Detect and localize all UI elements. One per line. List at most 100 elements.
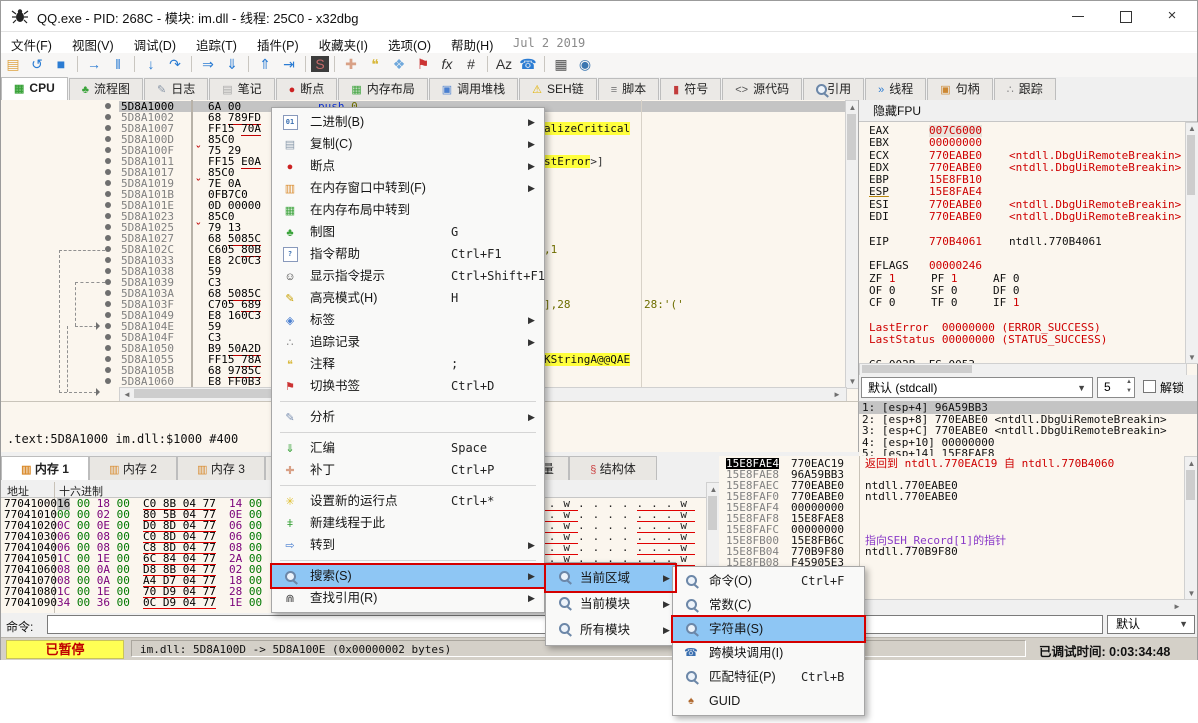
stack-row[interactable]: 15E8FAE4770EAC19返回到 ntdll.770EAC19 自 ntd… bbox=[719, 458, 1179, 469]
graph-menu-item[interactable]: ♣制图G bbox=[272, 221, 544, 243]
step-into-icon[interactable]: ↓ bbox=[140, 54, 162, 74]
calculator-icon[interactable]: ▦ bbox=[550, 54, 572, 74]
breakpoint-dot[interactable] bbox=[105, 136, 111, 142]
breakpoint-dot[interactable] bbox=[105, 279, 111, 285]
comments-icon[interactable]: ❝ bbox=[364, 54, 386, 74]
command-menu-item[interactable]: 命令(O)Ctrl+F bbox=[673, 569, 864, 593]
hash-icon[interactable]: # bbox=[460, 54, 482, 74]
calling-convention-select[interactable]: 默认 (stdcall)▼ bbox=[861, 377, 1093, 398]
breakpoint-dot[interactable] bbox=[105, 158, 111, 164]
open-file-icon[interactable]: ▤ bbox=[2, 54, 24, 74]
pattern-menu-item[interactable]: 匹配特征(P)Ctrl+B bbox=[673, 665, 864, 689]
breakpoint-dot[interactable] bbox=[105, 367, 111, 373]
favourites-icon[interactable]: ⚑ bbox=[412, 54, 434, 74]
breakpoint-dot[interactable] bbox=[105, 235, 111, 241]
tab-log[interactable]: ✎日志 bbox=[144, 78, 208, 100]
tab-notes[interactable]: ▤笔记 bbox=[209, 78, 274, 100]
minimize-button[interactable] bbox=[1056, 1, 1100, 31]
guid-menu-item[interactable]: ♠GUID bbox=[673, 689, 864, 713]
registers-vscrollbar[interactable]: ▲ ▼ bbox=[1185, 122, 1198, 364]
arg-count-stepper[interactable]: 5▲▼ bbox=[1097, 377, 1135, 398]
menu-t[interactable]: 追踪(T) bbox=[186, 32, 247, 54]
execute-till-return-icon[interactable]: ⇓ bbox=[221, 54, 243, 74]
copy-menu-item[interactable]: ▤复制(C)▶ bbox=[272, 133, 544, 155]
breakpoint-dot[interactable] bbox=[105, 202, 111, 208]
command-profile-select[interactable]: 默认▼ bbox=[1107, 615, 1195, 634]
tab-graph[interactable]: ♣流程图 bbox=[69, 78, 143, 100]
scroll-up-arrow[interactable]: ▲ bbox=[846, 103, 859, 112]
close-button[interactable]: × bbox=[1150, 1, 1194, 31]
breakpoint-dot[interactable] bbox=[105, 103, 111, 109]
trace-record-menu-item[interactable]: ∴追踪记录▶ bbox=[272, 331, 544, 353]
instruction-help-menu-item[interactable]: ?指令帮助Ctrl+F1 bbox=[272, 243, 544, 265]
breakpoint-dot[interactable] bbox=[105, 356, 111, 362]
step-out-icon[interactable]: ⇑ bbox=[254, 54, 276, 74]
stack-row[interactable]: 15E8FB04770B9F80ntdll.770B9F80 bbox=[719, 546, 1179, 557]
breakpoint-dot[interactable] bbox=[105, 290, 111, 296]
tab-references[interactable]: 引用 bbox=[803, 78, 864, 100]
menu-v[interactable]: 视图(V) bbox=[62, 32, 124, 54]
breakpoint-dot[interactable] bbox=[105, 378, 111, 384]
set-new-origin-menu-item[interactable]: ✳设置新的运行点Ctrl+* bbox=[272, 490, 544, 512]
menu-p[interactable]: 插件(P) bbox=[247, 32, 309, 54]
struct-tab[interactable]: § 结构体 bbox=[569, 456, 657, 480]
menu-i[interactable]: 收藏夹(I) bbox=[309, 32, 378, 54]
unlock-checkbox[interactable]: 解锁 bbox=[1143, 379, 1184, 396]
follow-in-memory-map-menu-item[interactable]: ▦在内存布局中转到 bbox=[272, 199, 544, 221]
breakpoint-dot[interactable] bbox=[105, 114, 111, 120]
comment-menu-item[interactable]: ❝注释; bbox=[272, 353, 544, 375]
stack-row[interactable]: 15E8FAF400000000 bbox=[719, 502, 1179, 513]
breakpoint-dot[interactable] bbox=[105, 213, 111, 219]
calls-icon[interactable]: ☎ bbox=[517, 54, 539, 74]
follow-in-dump-menu-item[interactable]: ▥在内存窗口中转到(F)▶ bbox=[272, 177, 544, 199]
close-debuggee-icon[interactable]: ■ bbox=[50, 54, 72, 74]
constant-menu-item[interactable]: 常数(C) bbox=[673, 593, 864, 617]
function-icon[interactable]: fx bbox=[436, 54, 458, 74]
search-menu-item[interactable]: 搜索(S)▶ bbox=[272, 565, 544, 587]
tab-cpu[interactable]: ▦CPU bbox=[1, 77, 68, 100]
breakpoint-dot[interactable] bbox=[105, 169, 111, 175]
scylla-icon[interactable]: S bbox=[311, 56, 329, 72]
menu-h[interactable]: 帮助(H) bbox=[441, 32, 503, 54]
disasm-vscrollbar[interactable]: ▲ ▼ bbox=[845, 100, 859, 389]
tab-memory-map[interactable]: ▦内存布局 bbox=[338, 78, 427, 100]
breakpoint-dot[interactable] bbox=[105, 125, 111, 131]
breakpoint-dot[interactable] bbox=[105, 191, 111, 197]
patch-icon[interactable]: ✚ bbox=[340, 54, 362, 74]
hide-fpu-button[interactable]: 隐藏FPU bbox=[859, 100, 1197, 122]
menu-f[interactable]: 文件(F) bbox=[1, 32, 62, 54]
call-argument-row[interactable]: 1: [esp+4] 96A59BB3 bbox=[859, 402, 1197, 414]
breakpoint-dot[interactable] bbox=[105, 180, 111, 186]
breakpoint-menu-item[interactable]: ●断点▶ bbox=[272, 155, 544, 177]
menu-o[interactable]: 选项(O) bbox=[378, 32, 441, 54]
find-references-menu-item[interactable]: ⋒查找引用(R)▶ bbox=[272, 587, 544, 609]
step-over-icon[interactable]: ↷ bbox=[164, 54, 186, 74]
analysis-menu-item[interactable]: ✎分析▶ bbox=[272, 406, 544, 428]
pause-icon[interactable]: ‖ bbox=[107, 54, 129, 74]
restart-icon[interactable]: ↺ bbox=[26, 54, 48, 74]
strings-icon[interactable]: Az bbox=[493, 54, 515, 74]
breakpoint-dot[interactable] bbox=[105, 147, 111, 153]
labels-icon[interactable]: ❖ bbox=[388, 54, 410, 74]
breakpoint-dot[interactable] bbox=[105, 334, 111, 340]
tab-script[interactable]: ≡脚本 bbox=[598, 78, 659, 100]
goto-menu-item[interactable]: ⇨转到▶ bbox=[272, 534, 544, 556]
internet-icon[interactable]: ◉ bbox=[574, 54, 596, 74]
breakpoint-dot[interactable] bbox=[105, 257, 111, 263]
intermodular-calls-menu-item[interactable]: ☎跨模块调用(I) bbox=[673, 641, 864, 665]
scroll-left-arrow[interactable]: ◄ bbox=[122, 390, 132, 399]
menu-d[interactable]: 调试(D) bbox=[124, 32, 186, 54]
breakpoint-dot[interactable] bbox=[105, 312, 111, 318]
patch-menu-item[interactable]: ✚补丁Ctrl+P bbox=[272, 459, 544, 481]
scroll-right-arrow[interactable]: ► bbox=[832, 390, 842, 399]
string-references-menu-item[interactable]: 字符串(S) bbox=[673, 617, 864, 641]
tab-trace[interactable]: ∴跟踪 bbox=[994, 78, 1056, 100]
tab-source[interactable]: <>源代码 bbox=[722, 78, 802, 100]
current-module-menu-item[interactable]: 当前模块▶ bbox=[546, 591, 675, 617]
run-to-user-code-icon[interactable]: ⇥ bbox=[278, 54, 300, 74]
breakpoint-dot[interactable] bbox=[105, 224, 111, 230]
maximize-button[interactable] bbox=[1103, 1, 1147, 31]
breakpoint-dot[interactable] bbox=[105, 301, 111, 307]
tab-seh[interactable]: ⚠SEH链 bbox=[519, 78, 597, 100]
highlight-mode-menu-item[interactable]: ✎高亮模式(H)H bbox=[272, 287, 544, 309]
